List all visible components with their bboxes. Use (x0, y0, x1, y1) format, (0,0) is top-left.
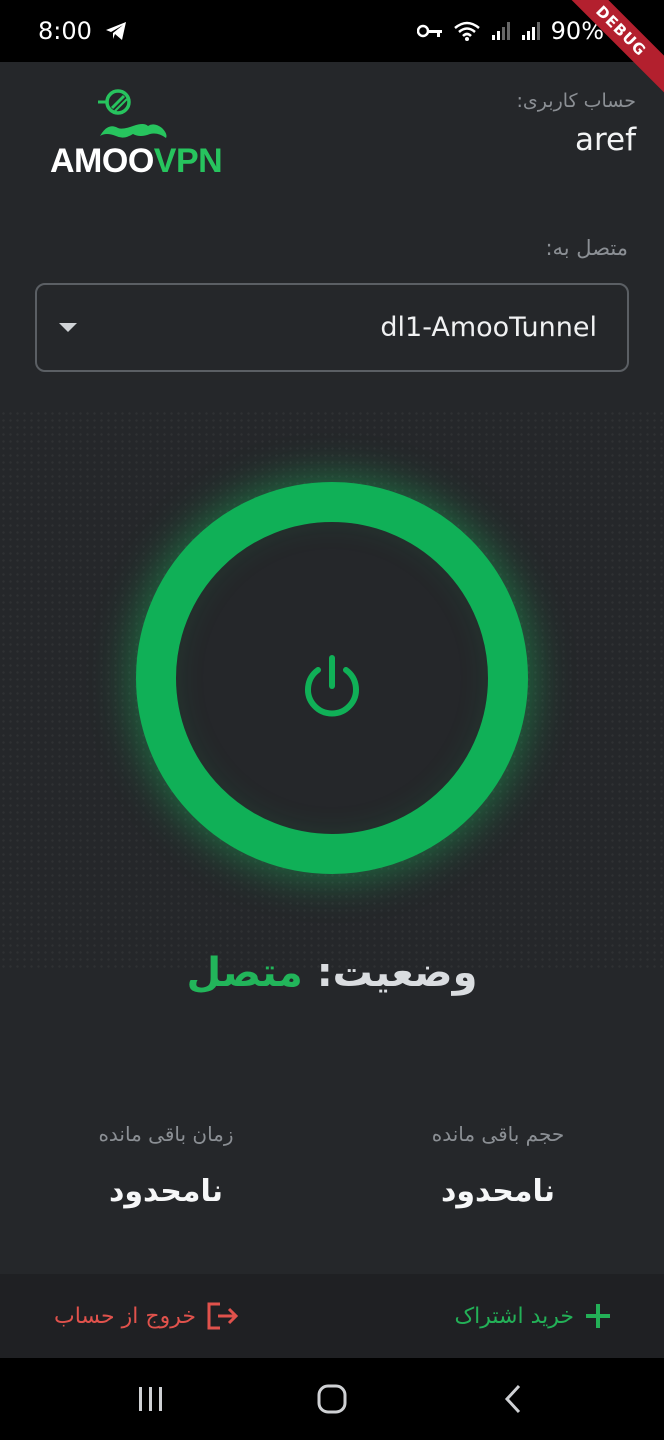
bottom-action-bar: خروج از حساب خرید اشتراک (0, 1274, 664, 1358)
screen: 8:00 90% DEBUG AMOOVPN حساب کاربری: aref… (0, 0, 664, 1440)
clock: 8:00 (38, 17, 92, 45)
app-logo: AMOOVPN (48, 86, 223, 186)
recent-apps-button[interactable] (121, 1369, 181, 1429)
time-remaining-label: زمان باقی مانده (98, 1122, 234, 1146)
logout-icon (207, 1302, 239, 1330)
mustache-logo-icon (98, 89, 167, 138)
volume-remaining: حجم باقی مانده نامحدود (368, 1122, 628, 1209)
subscription-stats: زمان باقی مانده نامحدود حجم باقی مانده ن… (0, 1122, 664, 1232)
status-bar: 8:00 90% DEBUG (0, 0, 664, 101)
back-button[interactable] (483, 1369, 543, 1429)
signal-icon (521, 22, 540, 40)
status-left: 8:00 (38, 17, 128, 45)
telegram-icon (105, 22, 126, 40)
time-remaining-value: نامحدود (108, 1174, 224, 1209)
server-dropdown[interactable]: dl1-AmooTunnel (35, 283, 629, 372)
recent-apps-icon (138, 1387, 162, 1411)
account-info: حساب کاربری: aref (517, 90, 636, 158)
back-icon (505, 1384, 521, 1414)
time-remaining: زمان باقی مانده نامحدود (36, 1122, 296, 1209)
power-icon[interactable] (298, 652, 366, 720)
volume-remaining-value: نامحدود (440, 1174, 556, 1209)
home-icon (317, 1384, 347, 1414)
logout-button[interactable]: خروج از حساب (54, 1301, 240, 1331)
dropdown-arrow-icon (59, 323, 77, 332)
buy-subscription-button[interactable]: خرید اشتراک (454, 1302, 612, 1330)
volume-remaining-label: حجم باقی مانده (431, 1122, 565, 1146)
debug-banner: DEBUG (551, 0, 664, 101)
status-key: وضعیت: (316, 950, 478, 996)
account-label: حساب کاربری: (516, 90, 636, 112)
system-nav-bar (0, 1358, 664, 1440)
connection-status: وضعیت: متصل (0, 950, 664, 996)
home-button[interactable] (302, 1369, 362, 1429)
server-selected-value: dl1-AmooTunnel (380, 312, 597, 343)
wifi-icon (453, 21, 480, 41)
logo-amoo: AMOO (50, 142, 154, 180)
connected-to-label: متصل به: (545, 236, 628, 260)
plus-icon (586, 1304, 610, 1328)
buy-subscription-label: خرید اشتراک (454, 1303, 574, 1329)
signal-icon (491, 22, 510, 40)
account-username: aref (574, 122, 636, 158)
logout-label: خروج از حساب (54, 1303, 196, 1329)
vpn-key-icon (416, 24, 442, 38)
status-value: متصل (186, 950, 303, 996)
logo-wordmark: AMOOVPN (50, 142, 223, 181)
logo-vpn: VPN (153, 142, 223, 180)
